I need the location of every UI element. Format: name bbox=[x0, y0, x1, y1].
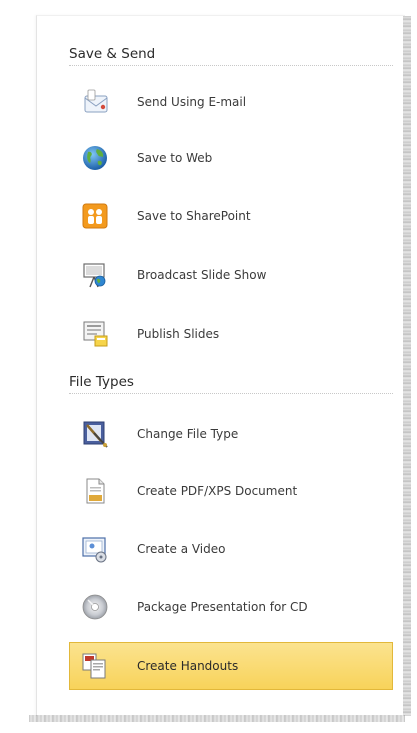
menu-item-label: Save to Web bbox=[137, 151, 213, 165]
menu-item-label: Save to SharePoint bbox=[137, 209, 251, 223]
change-file-type-icon bbox=[78, 417, 112, 451]
torn-edge-bottom bbox=[29, 715, 405, 722]
email-icon bbox=[78, 85, 112, 119]
menu-item-label: Create Handouts bbox=[137, 659, 239, 673]
section-header-save-send: Save & Send bbox=[69, 43, 393, 66]
menu-item-create-pdf-xps[interactable]: Create PDF/XPS Document bbox=[69, 467, 393, 515]
globe-icon bbox=[78, 141, 112, 175]
broadcast-icon bbox=[78, 258, 112, 292]
menu-item-label: Package Presentation for CD bbox=[137, 600, 308, 614]
save-send-panel: Save & Send Send Using E-mail Save to We… bbox=[29, 15, 411, 722]
backstage-canvas: Save & Send Send Using E-mail Save to We… bbox=[0, 0, 417, 733]
menu-item-package-for-cd[interactable]: Package Presentation for CD bbox=[69, 583, 393, 631]
menu-item-change-file-type[interactable]: Change File Type bbox=[69, 410, 393, 458]
section-header-file-types: File Types bbox=[69, 371, 393, 394]
menu-item-label: Create a Video bbox=[137, 542, 226, 556]
menu-item-send-email[interactable]: Send Using E-mail bbox=[69, 78, 393, 126]
menu-item-label: Change File Type bbox=[137, 427, 239, 441]
video-icon bbox=[78, 532, 112, 566]
sharepoint-icon bbox=[78, 199, 112, 233]
menu-item-label: Publish Slides bbox=[137, 327, 220, 341]
cd-icon bbox=[78, 590, 112, 624]
menu-item-save-to-sharepoint[interactable]: Save to SharePoint bbox=[69, 192, 393, 240]
menu-item-label: Broadcast Slide Show bbox=[137, 268, 267, 282]
menu-item-broadcast-slide-show[interactable]: Broadcast Slide Show bbox=[69, 251, 393, 299]
menu-item-label: Send Using E-mail bbox=[137, 95, 247, 109]
menu-item-label: Create PDF/XPS Document bbox=[137, 484, 298, 498]
menu-item-save-to-web[interactable]: Save to Web bbox=[69, 134, 393, 182]
publish-slides-icon bbox=[78, 317, 112, 351]
menu-item-create-handouts[interactable]: Create Handouts bbox=[69, 642, 393, 690]
torn-edge-right bbox=[403, 16, 411, 716]
menu-item-create-video[interactable]: Create a Video bbox=[69, 525, 393, 573]
handouts-icon bbox=[78, 649, 112, 683]
menu-item-publish-slides[interactable]: Publish Slides bbox=[69, 310, 393, 358]
pdf-xps-icon bbox=[78, 474, 112, 508]
